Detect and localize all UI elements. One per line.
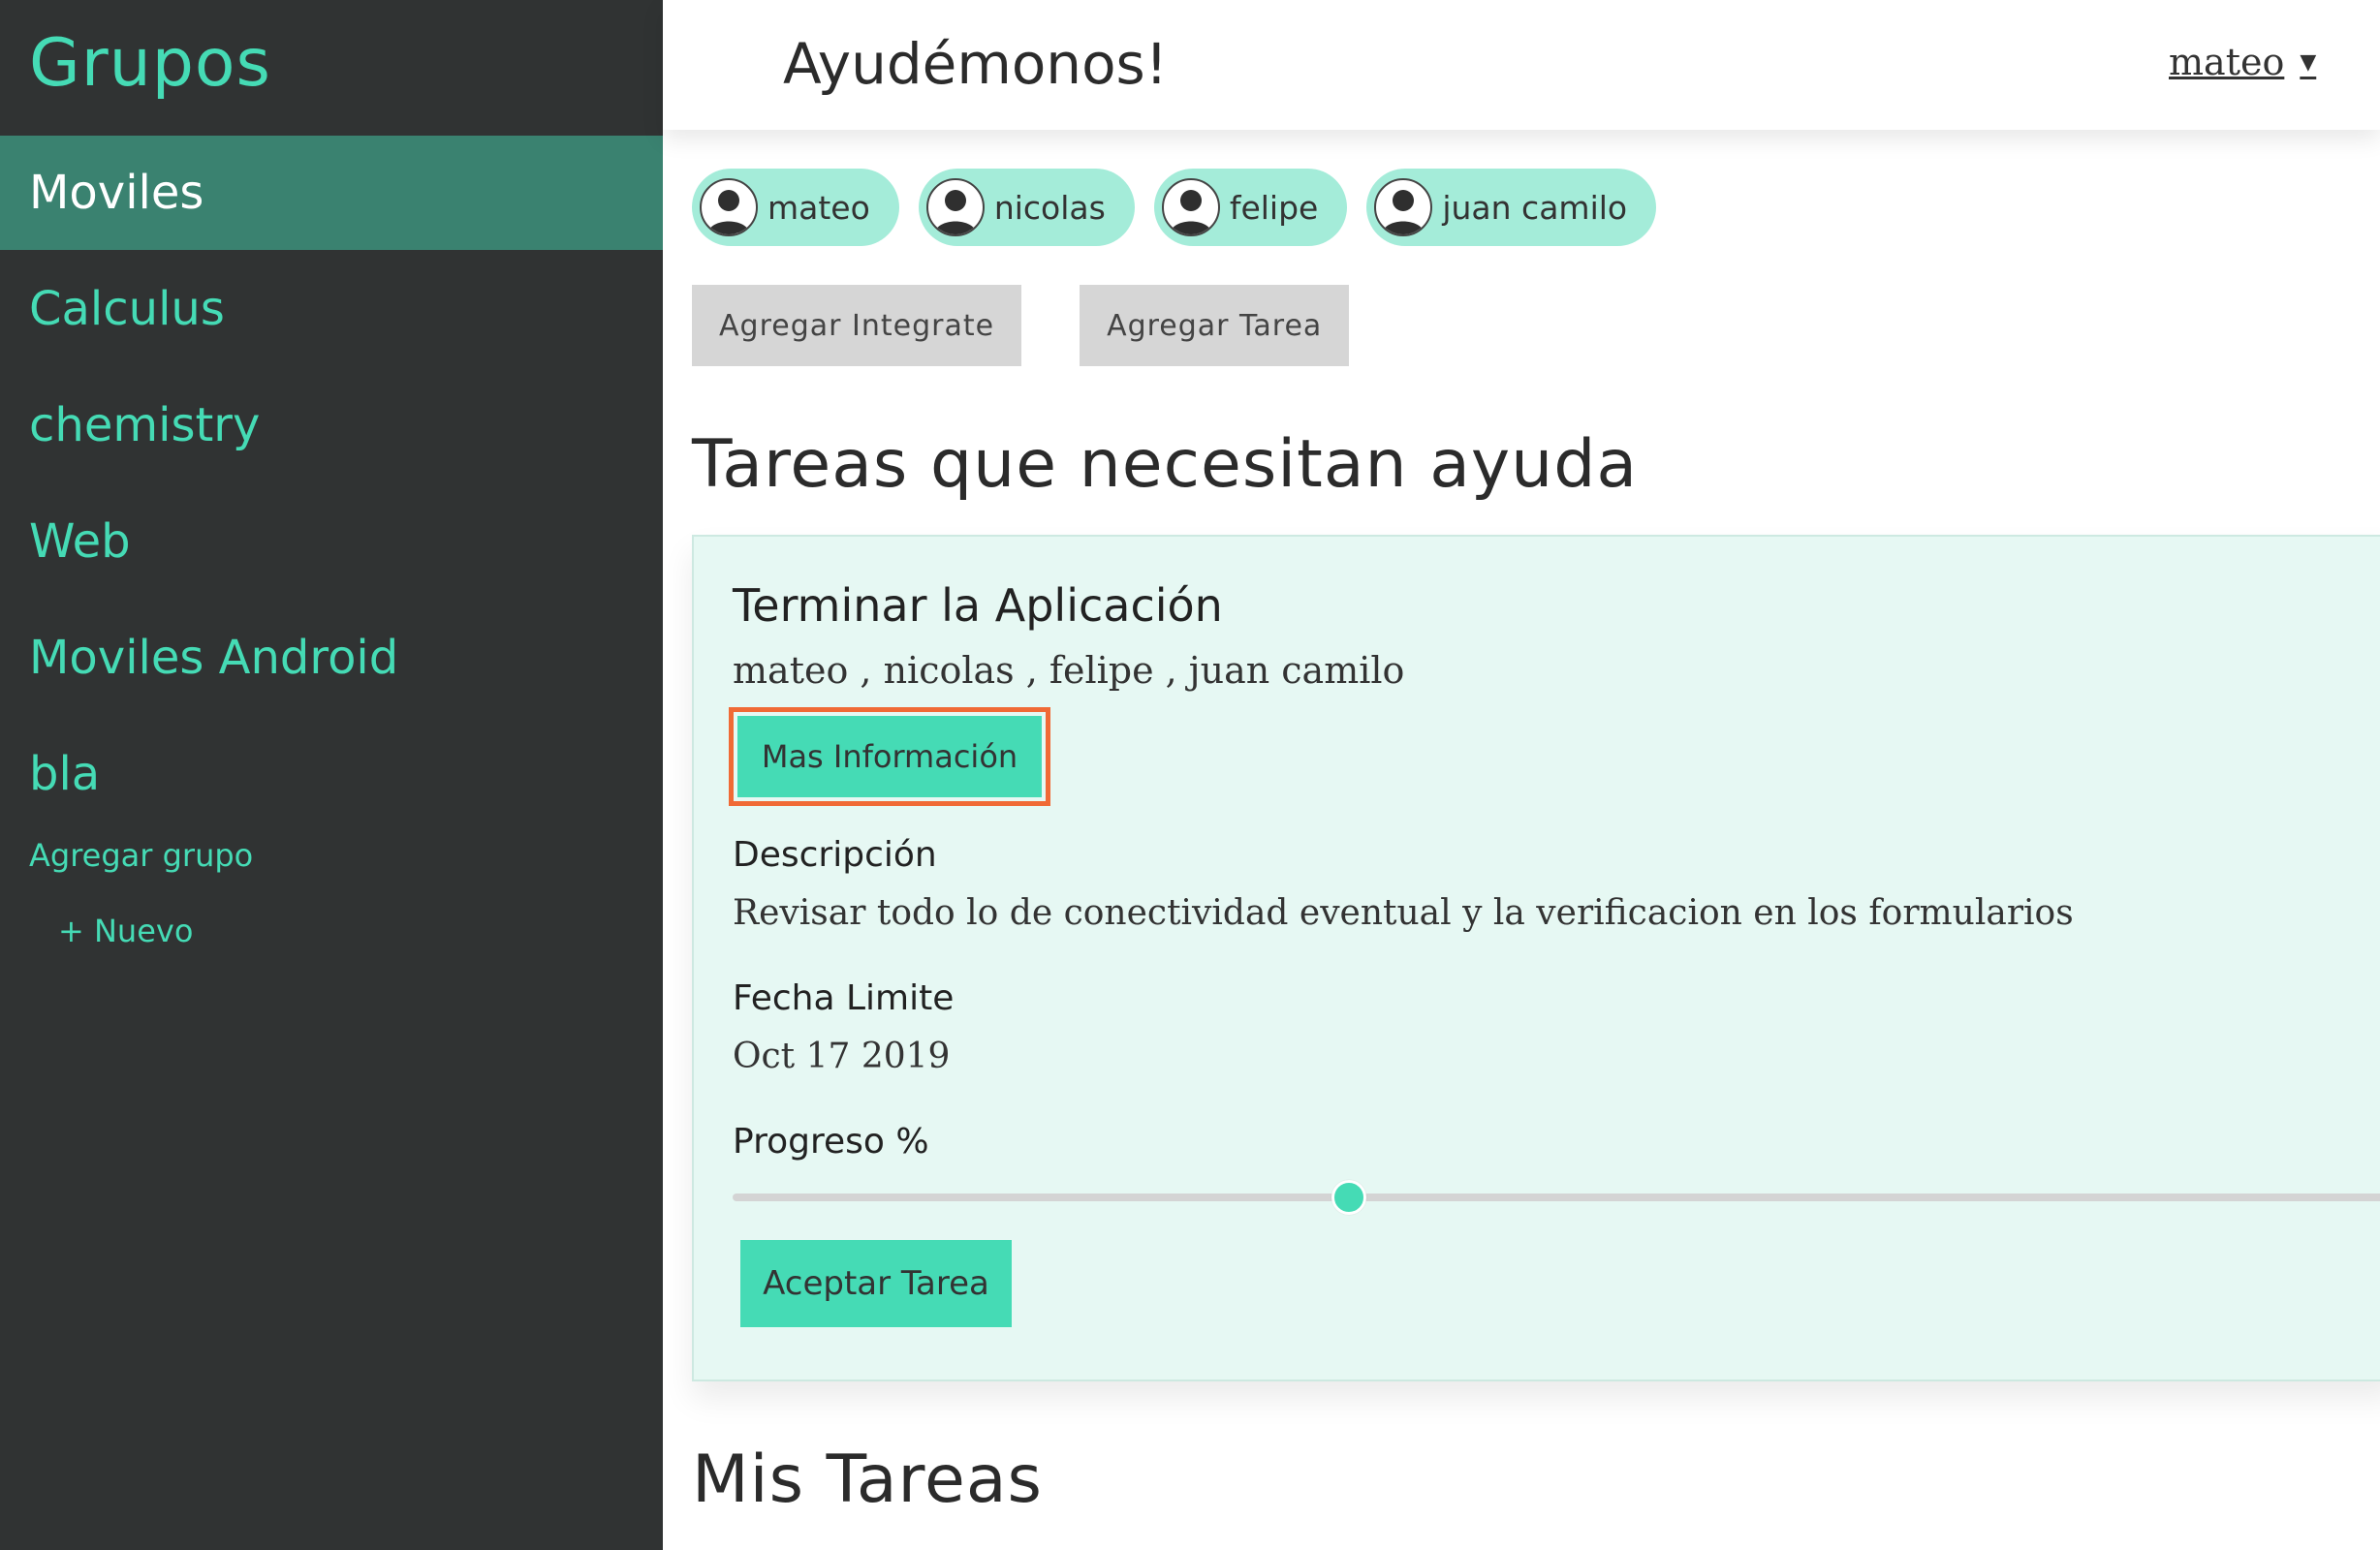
member-name: felipe [1229,188,1319,227]
app: Grupos Moviles Calculus chemistry Web Mo… [0,0,2380,1550]
add-member-button[interactable]: Agregar Integrate [692,285,1022,366]
caret-down-icon: ▼ [2300,50,2317,75]
group-item-moviles-android[interactable]: Moviles Android [0,601,663,715]
task-title: Terminar la Aplicación [733,579,1223,632]
main-content: mateo nicolas felipe juan camilo Agregar… [663,130,2380,1550]
group-item-chemistry[interactable]: chemistry [0,368,663,482]
add-task-button[interactable]: Agregar Tarea [1080,285,1350,366]
avatar-icon [925,178,985,236]
member-chip[interactable]: felipe [1153,169,1348,246]
group-actions: Agregar Integrate Agregar Tarea [692,285,1350,366]
description-label: Descripción [733,835,937,875]
group-item-web[interactable]: Web [0,484,663,599]
member-chip[interactable]: juan camilo [1366,169,1657,246]
avatar-icon [700,178,758,236]
member-chip[interactable]: mateo [692,169,899,246]
accept-task-button[interactable]: Aceptar Tarea [740,1240,1012,1327]
member-name: mateo [767,188,870,227]
header: Ayudémonos! mateo ▼ [663,0,2380,130]
group-item-calculus[interactable]: Calculus [0,252,663,366]
add-group-label: Agregar grupo [29,837,254,874]
sidebar-title: Grupos [29,25,271,102]
new-group-link[interactable]: + Nuevo [58,913,193,949]
app-title: Ayudémonos! [783,31,1169,97]
more-info-button[interactable]: Mas Información [737,716,1042,797]
progress-slider-track[interactable] [733,1194,2380,1201]
description-text: Revisar todo lo de conectividad eventual… [733,893,2074,933]
avatar-icon [1161,178,1220,236]
progress-slider-thumb[interactable] [1331,1180,1367,1215]
progress-label: Progreso % [733,1122,929,1162]
section-title-mine: Mis Tareas [692,1442,1043,1518]
user-name: mateo [2169,41,2285,83]
user-menu[interactable]: mateo ▼ [2169,41,2316,83]
group-item-moviles[interactable]: Moviles [0,136,663,250]
member-chip[interactable]: nicolas [918,169,1135,246]
deadline-value: Oct 17 2019 [733,1037,951,1076]
deadline-label: Fecha Limite [733,978,955,1018]
group-item-bla[interactable]: bla [0,717,663,831]
more-info-highlight: Mas Información [729,707,1050,806]
sidebar: Grupos Moviles Calculus chemistry Web Mo… [0,0,663,1550]
member-name: nicolas [993,188,1106,227]
avatar-icon [1374,178,1433,236]
task-card: Terminar la Aplicación mateo , nicolas ,… [692,535,2380,1381]
section-title-help: Tareas que necesitan ayuda [692,426,1639,503]
member-chips: mateo nicolas felipe juan camilo [692,169,1657,246]
task-members: mateo , nicolas , felipe , juan camilo [733,649,1405,692]
member-name: juan camilo [1442,188,1628,227]
